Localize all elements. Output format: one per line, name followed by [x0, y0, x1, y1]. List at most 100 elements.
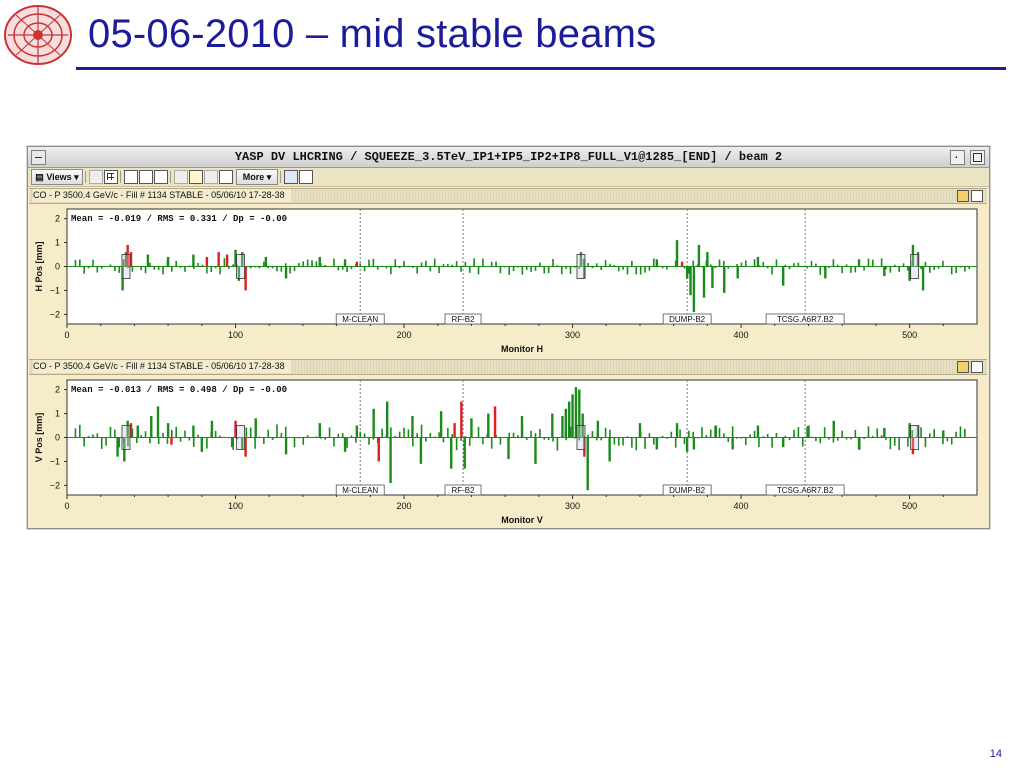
- orbit-bar: [635, 437, 638, 451]
- orbit-bar: [135, 437, 138, 443]
- orbit-bar: [433, 436, 436, 438]
- x-tick-label: 300: [565, 501, 580, 511]
- orbit-bar: [315, 436, 318, 438]
- marker-label: M-CLEAN: [342, 315, 378, 324]
- orbit-bar: [499, 437, 502, 445]
- orbit-bar: [276, 424, 278, 438]
- orbit-bar: [893, 264, 896, 267]
- copy-icon[interactable]: [204, 170, 218, 184]
- orbit-bar: [249, 266, 252, 269]
- orbit-bar: [192, 266, 195, 269]
- orbit-bar: [723, 433, 725, 438]
- orbit-bar: [455, 261, 458, 267]
- orbit-bar: [564, 408, 568, 438]
- orbit-bar: [495, 261, 497, 267]
- refresh-icon[interactable]: [957, 190, 969, 202]
- minimize-button[interactable]: [950, 148, 965, 165]
- orbit-bar: [114, 266, 116, 272]
- orbit-bar: [793, 263, 795, 267]
- x-tick-label: 500: [902, 330, 917, 340]
- orbit-bar: [850, 266, 852, 273]
- layout-grid-icon[interactable]: [174, 170, 188, 184]
- orbit-bar: [350, 435, 353, 438]
- tile-icon[interactable]: [104, 170, 118, 184]
- orbit-bar: [942, 260, 944, 267]
- y-tick-label: 1: [55, 409, 60, 419]
- orbit-bar: [79, 424, 81, 438]
- toolbar-separator: [170, 171, 171, 183]
- orbit-bar: [267, 429, 270, 438]
- orbit-bar: [788, 266, 791, 270]
- orbit-bar: [807, 425, 810, 438]
- orbit-bar: [736, 266, 739, 279]
- slide-title: 05-06-2010 – mid stable beams: [88, 12, 657, 56]
- orbit-bar: [797, 262, 800, 267]
- chart-icon[interactable]: [284, 170, 298, 184]
- views-button[interactable]: ▤ Views ▾: [31, 169, 83, 185]
- y-tick-label: 1: [55, 238, 60, 248]
- orbit-bar: [543, 266, 546, 274]
- orbit-bar: [136, 425, 139, 438]
- refresh-icon[interactable]: [957, 361, 969, 373]
- orbit-bar: [613, 265, 616, 267]
- orbit-bar: [883, 427, 886, 438]
- orbit-bar: [942, 430, 945, 438]
- orbit-bar: [744, 260, 747, 267]
- print-icon[interactable]: [299, 170, 313, 184]
- orbit-bar: [343, 259, 347, 267]
- orbit-bar: [171, 429, 173, 438]
- orbit-bar: [819, 266, 822, 275]
- orbit-bar: [192, 437, 195, 447]
- orbit-bar: [477, 426, 480, 438]
- orbit-bar: [403, 427, 405, 438]
- orbit-bar: [144, 266, 147, 274]
- orbit-bar: [696, 437, 699, 439]
- vertical-orbit-chart: M-CLEAN RF-B2 DUMP-B2 TCSG.A6R7.B2 2 1 0 −1 −2 0 1…: [34, 379, 978, 525]
- settings-icon[interactable]: [189, 170, 203, 184]
- orbit-bar: [793, 429, 795, 438]
- layout-icon[interactable]: [89, 170, 103, 184]
- orbit-bar: [284, 263, 287, 267]
- orbit-bar: [889, 437, 892, 450]
- layout-two-icon[interactable]: [139, 170, 153, 184]
- orbit-bar: [258, 266, 261, 269]
- orbit-bar: [608, 437, 611, 462]
- orbit-bar: [688, 430, 690, 438]
- export-icon[interactable]: [971, 361, 983, 373]
- orbit-bar: [411, 415, 414, 438]
- orbit-bar: [644, 437, 646, 449]
- orbit-bar: [756, 425, 760, 438]
- orbit-bar: [655, 259, 659, 267]
- orbit-bar: [955, 266, 957, 273]
- bpm-highlight-box: [236, 254, 245, 279]
- x-tick-label: 0: [64, 501, 69, 511]
- window-titlebar[interactable]: YASP DV LHCRING / SQUEEZE_3.5TeV_IP1+IP5…: [28, 147, 989, 168]
- orbit-bar: [718, 259, 721, 267]
- layout-four-icon[interactable]: [154, 170, 168, 184]
- orbit-bar: [596, 263, 598, 267]
- orbit-bar: [355, 437, 357, 443]
- orbit-bar: [920, 266, 922, 270]
- orbit-bar: [782, 266, 785, 286]
- horizontal-orbit-chart: M-CLEAN RF-B2 DUMP-B2 TCSG.A6R7.B2 2 1 0 −1 −2 0 1…: [34, 208, 978, 354]
- orbit-bar: [394, 435, 397, 438]
- orbit-bar: [841, 430, 843, 438]
- title-underline: [76, 67, 1006, 70]
- orbit-bar: [706, 252, 709, 267]
- yasp-window: YASP DV LHCRING / SQUEEZE_3.5TeV_IP1+IP5…: [27, 146, 990, 529]
- orbit-bar: [116, 437, 119, 457]
- export-icon[interactable]: [971, 190, 983, 202]
- y-tick-label: −2: [50, 309, 60, 319]
- orbit-bar: [359, 263, 362, 267]
- orbit-bar: [470, 418, 473, 438]
- table-icon[interactable]: [219, 170, 233, 184]
- maximize-button[interactable]: [970, 150, 985, 165]
- orbit-bar: [950, 266, 953, 275]
- marker-label: DUMP-B2: [669, 315, 706, 324]
- layout-one-icon[interactable]: [124, 170, 138, 184]
- orbit-bar: [230, 437, 234, 448]
- orbit-bar: [933, 429, 935, 438]
- bpm-highlight-box: [576, 254, 586, 279]
- orbit-bar: [740, 437, 743, 439]
- more-button[interactable]: More ▾: [236, 169, 278, 185]
